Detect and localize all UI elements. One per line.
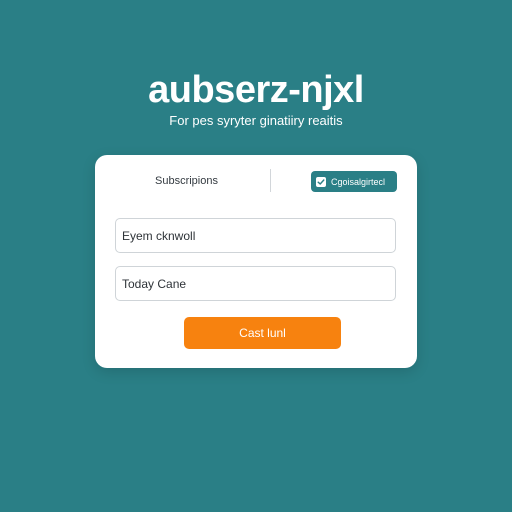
brand-title: aubserz-njxl [148,69,364,111]
second-input[interactable] [122,276,395,291]
submit-button[interactable]: Cast lunl [184,317,341,349]
header-divider [270,169,271,192]
first-field [115,218,396,253]
category-badge-button[interactable]: Cgoisalgirtecl [311,171,397,192]
tagline: For pes syryter ginatiiry reaitis [169,113,343,128]
second-field [115,266,396,301]
first-input[interactable] [122,228,395,243]
subscriptions-label: Subscripions [155,175,218,187]
check-icon [316,176,326,187]
badge-label: Cgoisalgirtecl [331,176,386,187]
form-card: Subscripions Cgoisalgirtecl Cast lunl [95,155,417,368]
